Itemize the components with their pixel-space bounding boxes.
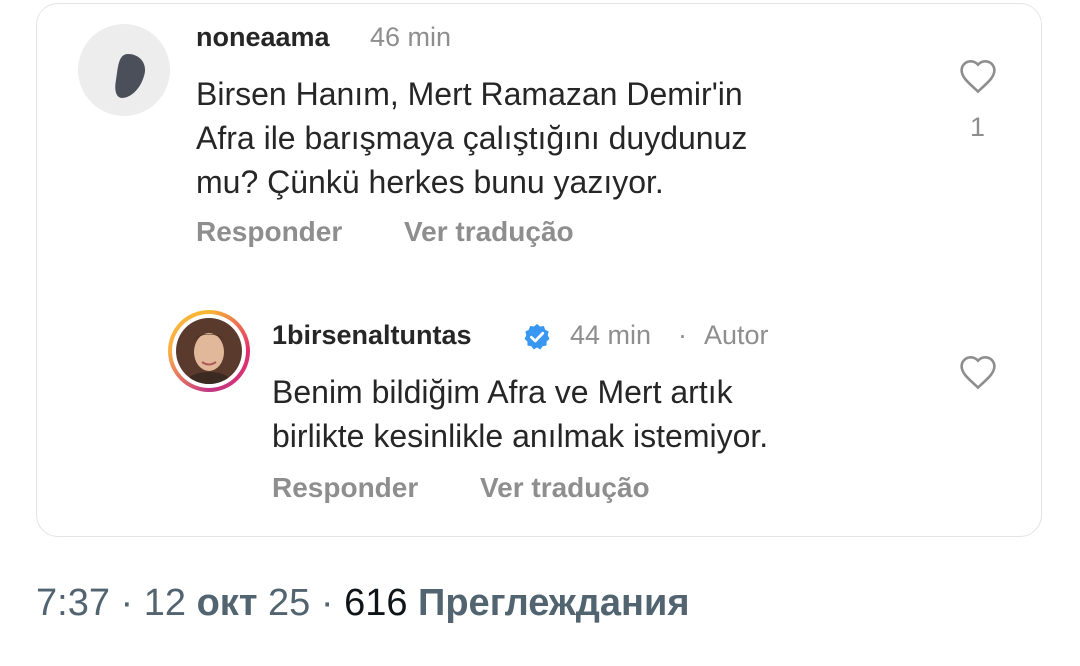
translate-button[interactable]: Ver tradução (404, 216, 574, 248)
tweet-date-month[interactable]: окт (197, 582, 258, 624)
comment-time: 46 min (370, 22, 452, 52)
author-label: Autor (704, 320, 769, 350)
profile-photo (176, 318, 242, 384)
translate-button[interactable]: Ver tradução (480, 472, 650, 504)
reply-time: 44 min (570, 320, 652, 350)
like-count: 1 (970, 112, 986, 142)
comment-text-line: mu? Çünkü herkes bunu yazıyor. (196, 164, 664, 200)
avatar[interactable] (78, 24, 170, 116)
separator-dot: · (678, 320, 687, 350)
comment-text-line: Afra ile barışmaya çalıştığını duydunuz (196, 120, 748, 156)
reply-button[interactable]: Responder (196, 216, 342, 248)
separator-dot: · (320, 582, 334, 624)
reply-text-line: Benim bildiğim Afra ve Mert artık (272, 374, 733, 410)
comment-text-line: Birsen Hanım, Mert Ramazan Demir'in (196, 76, 743, 112)
heart-icon[interactable] (958, 58, 998, 94)
views-count: 616 (344, 582, 408, 624)
comment-text: Birsen Hanım, Mert Ramazan Demir'in Afra… (196, 72, 747, 204)
avatar-placeholder-icon (115, 54, 146, 98)
views-label: Преглеждания (418, 582, 690, 624)
tweet-date-year[interactable]: 25 (268, 582, 310, 624)
tweet-metadata: 7:37 · 12 окт 25 · 616 Преглеждания (36, 582, 690, 625)
separator-dot: · (120, 582, 134, 624)
heart-icon[interactable] (958, 354, 998, 390)
reply-button[interactable]: Responder (272, 472, 418, 504)
tweet-date-day[interactable]: 12 (144, 582, 186, 624)
reply-username[interactable]: 1birsenaltuntas (272, 320, 472, 351)
verified-badge-icon (522, 322, 552, 352)
reply-text: Benim bildiğim Afra ve Mert artık birlik… (272, 370, 768, 458)
avatar[interactable] (168, 310, 250, 392)
tweet-time[interactable]: 7:37 (36, 582, 110, 624)
reply-text-line: birlikte kesinlikle anılmak istemiyor. (272, 418, 769, 454)
comment-username[interactable]: noneaama (196, 22, 330, 53)
